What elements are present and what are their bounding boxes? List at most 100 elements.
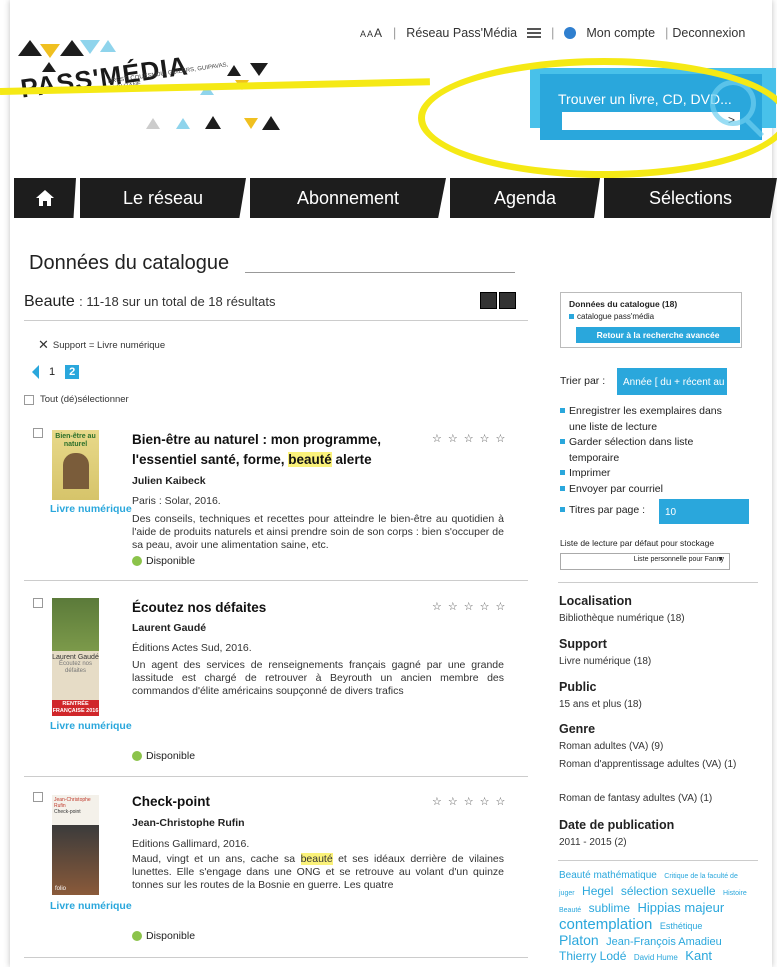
tag-cloud-item[interactable]: Thierry Lodé xyxy=(559,949,626,963)
facet-box-item[interactable]: catalogue pass'média xyxy=(569,312,654,321)
book-cover[interactable]: Laurent Gaudé Écoutez nos défaites RENTR… xyxy=(52,598,99,716)
dropdown-arrow-icon: ▼ xyxy=(717,556,724,563)
facet-value[interactable]: Roman de fantasy adultes (VA) (1) xyxy=(559,790,744,807)
nav-item-selections[interactable]: Sélections xyxy=(604,178,777,218)
available-dot-icon xyxy=(132,556,142,566)
record-author[interactable]: Jean-Christophe Rufin xyxy=(132,817,245,829)
record-checkbox[interactable] xyxy=(33,428,43,438)
tag-cloud-item[interactable]: Kant xyxy=(685,948,712,963)
record-publisher: Paris : Solar, 2016. xyxy=(132,495,221,507)
nav-item-reseau[interactable]: Le réseau xyxy=(80,178,246,218)
sort-select[interactable]: Année [ du + récent au xyxy=(617,368,727,395)
remove-filter-icon[interactable]: ✕ xyxy=(38,337,49,353)
main-nav: Le réseau Abonnement Agenda Sélections xyxy=(14,178,777,218)
divider xyxy=(558,860,758,861)
record-description: Maud, vingt et un ans, cache sa beauté e… xyxy=(132,853,504,891)
divider xyxy=(24,320,528,321)
facet-value[interactable]: 2011 - 2015 (2) xyxy=(559,834,744,851)
record-title[interactable]: Bien-être au naturel : mon programme, l'… xyxy=(132,430,412,470)
record-type: Livre numérique xyxy=(50,720,132,732)
detail-view-icon[interactable] xyxy=(499,292,516,309)
facet-value[interactable]: Livre numérique (18) xyxy=(559,653,744,670)
divider xyxy=(24,776,528,777)
reading-list-select[interactable]: Liste personnelle pour Fanny ▼ xyxy=(560,553,730,570)
facet-value[interactable]: Bibliothèque numérique (18) xyxy=(559,610,744,627)
record-title[interactable]: Écoutez nos défaites xyxy=(132,598,266,618)
divider xyxy=(558,582,758,583)
network-link[interactable]: Réseau Pass'Média xyxy=(406,26,517,40)
record-publisher: Editions Gallimard, 2016. xyxy=(132,838,250,850)
pagination: 1 2 xyxy=(32,365,80,379)
available-dot-icon xyxy=(132,931,142,941)
per-page-select[interactable]: 10 xyxy=(659,499,749,524)
tag-cloud-item[interactable]: Histoire xyxy=(723,890,747,897)
record-author[interactable]: Julien Kaibeck xyxy=(132,475,206,487)
book-cover[interactable]: Jean-Christophe Rufin Check-point folio xyxy=(52,795,99,895)
tag-cloud-item[interactable]: David Hume xyxy=(634,953,678,962)
tag-cloud-item[interactable]: Hippias majeur xyxy=(637,900,724,915)
page-1-link[interactable]: 1 xyxy=(49,366,55,378)
tag-cloud-item[interactable]: Esthétique xyxy=(660,921,703,931)
record-title[interactable]: Check-point xyxy=(132,792,210,812)
nav-item-agenda[interactable]: Agenda xyxy=(450,178,600,218)
select-all-checkbox[interactable] xyxy=(24,394,34,405)
record-checkbox[interactable] xyxy=(33,792,43,802)
account-link[interactable]: Mon compte xyxy=(586,26,655,40)
view-toggle xyxy=(480,292,516,309)
logout-link[interactable]: Deconnexion xyxy=(672,26,745,40)
facet-value[interactable]: Roman d'apprentissage adultes (VA) (1) xyxy=(559,756,744,773)
facet-title-genre: Genre xyxy=(559,722,596,736)
annotation-ellipse xyxy=(418,58,777,178)
active-filter: ✕ Support = Livre numérique xyxy=(38,337,166,353)
tag-cloud-item[interactable]: Jean-François Amadieu xyxy=(606,936,722,948)
user-icon xyxy=(564,27,577,39)
record-description: Un agent des services de renseignements … xyxy=(132,659,504,697)
record-description: Des conseils, techniques et recettes pou… xyxy=(132,513,504,551)
record-checkbox[interactable] xyxy=(33,598,43,608)
action-keep-selection[interactable]: Garder sélection dans liste temporaire xyxy=(560,435,742,466)
tag-cloud-item[interactable]: sélection sexuelle xyxy=(621,884,716,898)
divider xyxy=(24,957,528,958)
list-view-icon[interactable] xyxy=(480,292,497,309)
tag-cloud-item[interactable]: Beauté mathématique xyxy=(559,870,657,881)
select-all[interactable]: Tout (dé)sélectionner xyxy=(24,394,129,405)
facet-value[interactable]: Roman adultes (VA) (9) xyxy=(559,738,744,755)
rating-stars[interactable]: ☆☆☆☆☆ xyxy=(432,432,511,445)
tag-cloud-item[interactable]: Platon xyxy=(559,932,599,948)
sort-label: Trier par : xyxy=(560,375,606,387)
record-author[interactable]: Laurent Gaudé xyxy=(132,622,206,634)
back-to-advanced-search-button[interactable]: Retour à la recherche avancée xyxy=(576,327,740,343)
record-publisher: Éditions Actes Sud, 2016. xyxy=(132,642,252,654)
prev-page-icon[interactable] xyxy=(32,365,39,379)
facet-title-public: Public xyxy=(559,680,597,694)
page-2-current[interactable]: 2 xyxy=(65,365,80,379)
facet-box-title: Données du catalogue (18) xyxy=(569,299,678,309)
facet-title-support: Support xyxy=(559,637,607,651)
action-email[interactable]: Envoyer par courriel xyxy=(560,482,742,498)
tag-cloud-item[interactable]: Beauté xyxy=(559,907,581,914)
rating-stars[interactable]: ☆☆☆☆☆ xyxy=(432,795,511,808)
book-cover[interactable]: Bien-être au naturel xyxy=(52,430,99,500)
record-type: Livre numérique xyxy=(50,900,132,912)
tag-cloud-item[interactable]: contemplation xyxy=(559,916,652,933)
availability: Disponible xyxy=(132,555,195,567)
tag-cloud-item[interactable]: Hegel xyxy=(582,884,613,898)
facet-value[interactable]: 15 ans et plus (18) xyxy=(559,696,744,713)
record-type: Livre numérique xyxy=(50,503,132,515)
title-underline xyxy=(245,272,515,273)
page-title: Données du catalogue xyxy=(29,252,230,274)
top-bar: AAA | Réseau Pass'Média | Mon compte | D… xyxy=(360,26,746,40)
reading-list-label: Liste de lecture par défaut pour stockag… xyxy=(560,538,715,548)
nav-home[interactable] xyxy=(14,178,76,218)
availability: Disponible xyxy=(132,750,195,762)
rating-stars[interactable]: ☆☆☆☆☆ xyxy=(432,600,511,613)
action-save-to-list[interactable]: Enregistrer les exemplaires dans une lis… xyxy=(560,404,742,435)
tag-cloud-item[interactable]: sublime xyxy=(589,901,630,915)
tag-cloud: Beauté mathématique Critique de la facul… xyxy=(559,867,751,965)
hamburger-menu-icon[interactable] xyxy=(527,28,542,38)
facet-title-date: Date de publication xyxy=(559,818,675,832)
action-print[interactable]: Imprimer xyxy=(560,466,742,482)
availability: Disponible xyxy=(132,930,195,942)
font-size-control[interactable]: AAA xyxy=(360,26,383,40)
nav-item-abonnement[interactable]: Abonnement xyxy=(250,178,446,218)
